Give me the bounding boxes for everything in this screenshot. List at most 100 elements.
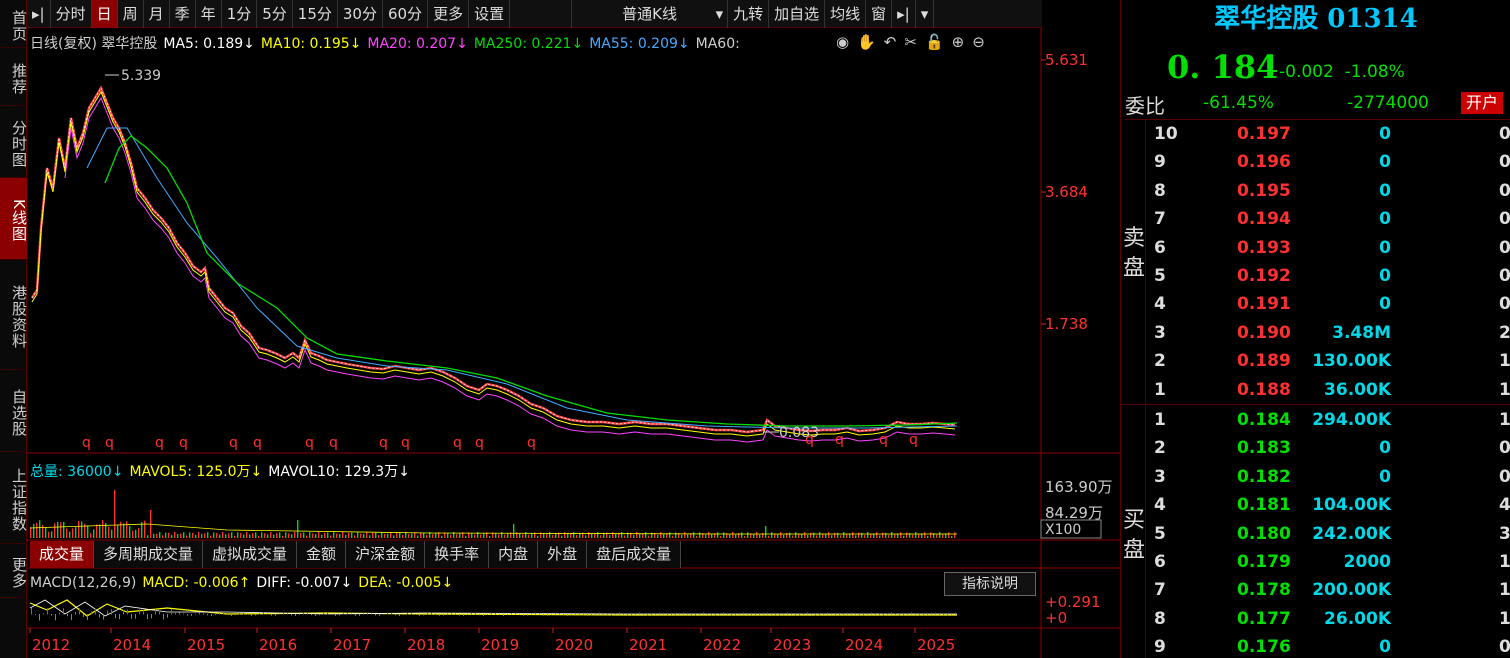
period-tab-9[interactable]: 30分 [338,0,383,28]
indicator-tab-0[interactable]: 成交量 [30,541,95,568]
indicator-help-button[interactable]: 指标说明 [944,572,1036,596]
order-row[interactable]: 5 0.180 242.00K 3 [1149,524,1510,552]
volume-bar [624,535,626,538]
order-volume: 0 [1379,466,1391,487]
volume-bar [522,534,524,538]
order-volume: 2000 [1343,552,1391,572]
leftnav-item-5[interactable]: 自选股 [0,370,28,452]
volume-bar [813,532,815,538]
leftnav-item-7[interactable]: 更多 [0,544,28,598]
period-tab-4[interactable]: 季 [170,0,196,28]
q-marker: q [253,435,262,451]
macd-bar [471,612,472,615]
order-row[interactable]: 8 0.177 26.00K 1 [1149,609,1510,637]
macd-bar [699,613,700,615]
order-row[interactable]: 2 0.189 130.00K 1 [1149,351,1510,379]
indicator-tab-1[interactable]: 多周期成交量 [94,541,204,568]
order-row[interactable]: 6 0.193 0 0 [1149,238,1510,266]
volume-bar [366,532,368,538]
toolbar-collapse-icon[interactable]: ▸| [27,0,51,28]
indicator-tab-4[interactable]: 沪深金额 [346,541,426,568]
chart-type-select[interactable]: 普通K线 ▾ [572,0,729,28]
lock-icon[interactable]: 🔓 [925,33,944,51]
volume-bar [297,520,299,538]
period-tab-2[interactable]: 周 [118,0,144,28]
period-tab-1[interactable]: 日 [91,0,118,28]
indicator-tab-5[interactable]: 换手率 [425,541,490,568]
order-row[interactable]: 3 0.190 3.48M 2 [1149,323,1510,351]
order-row[interactable]: 4 0.191 0 0 [1149,294,1510,322]
indicator-tab-7[interactable]: 外盘 [538,541,588,568]
volume-bar [417,535,419,538]
order-row[interactable]: 7 0.178 200.00K 1 [1149,580,1510,608]
volume-bar [93,529,95,538]
leftnav-item-0[interactable]: 首页 [0,0,28,48]
leftnav-item-2[interactable]: 分时图 [0,106,28,178]
volume-bar [723,532,725,538]
x-axis-label: 2025 [917,636,955,654]
volume-bar [72,528,74,538]
order-volume: 0 [1379,180,1391,201]
toolbar-right-item-2[interactable]: 均线 [825,0,867,28]
hand-icon[interactable]: ✋ [857,33,876,51]
indicator-tab-2[interactable]: 虚拟成交量 [203,541,298,568]
zoom-in-icon[interactable]: ⊕ [952,33,965,51]
leftnav-item-4[interactable]: 港股资料 [0,260,28,370]
indicator-tab-8[interactable]: 盘后成交量 [587,541,682,568]
volume-bar [693,532,695,538]
order-count: 0 [1499,152,1510,173]
order-level: 8 [1154,608,1166,629]
period-tab-5[interactable]: 年 [196,0,222,28]
order-level: 1 [1154,379,1166,400]
macd-bar [607,614,608,616]
volume-bar [123,523,125,538]
period-tab-8[interactable]: 15分 [293,0,338,28]
zoom-out-icon[interactable]: ⊖ [972,33,985,51]
order-row[interactable]: 10 0.197 0 0 [1149,124,1510,152]
leftnav-item-3[interactable]: K线图 [0,178,28,260]
toolbar-right-item-3[interactable]: 窗 [866,0,893,28]
period-tab-6[interactable]: 1分 [222,0,258,28]
order-row[interactable]: 8 0.195 0 0 [1149,181,1510,209]
order-row[interactable]: 1 0.184 294.00K 1 [1149,410,1510,438]
macd-bar [579,612,580,615]
volume-bar [927,535,929,538]
order-row[interactable]: 5 0.192 0 0 [1149,266,1510,294]
period-tab-7[interactable]: 5分 [257,0,293,28]
toolbar-right-item-0[interactable]: 九转 [728,0,770,28]
open-account-button[interactable]: 开户 [1461,92,1504,114]
undo-icon[interactable]: ↶ [884,33,897,51]
period-tab-11[interactable]: 更多 [428,0,470,28]
volume-bar [834,532,836,538]
buy-label-2: 盘 [1123,538,1146,563]
toolbar-expand-icon[interactable]: ▸| [892,0,916,28]
macd-bar [303,612,304,615]
eye-icon[interactable]: ◉ [836,33,849,51]
indicator-tab-3[interactable]: 金额 [297,541,347,568]
scissors-icon[interactable]: ✂ [904,33,917,51]
leftnav-item-6[interactable]: 上证指数 [0,452,28,544]
toolbar-right-item-1[interactable]: 加自选 [769,0,826,28]
order-row[interactable]: 3 0.182 0 0 [1149,467,1510,495]
indicator-tab-6[interactable]: 内盘 [489,541,539,568]
order-row[interactable]: 9 0.176 0 0 [1149,637,1510,658]
sell-label: 卖 盘 [1123,224,1145,284]
order-row[interactable]: 6 0.179 2000 1 [1149,552,1510,580]
toolbar-menu-icon[interactable]: ▾ [916,0,935,28]
order-row[interactable]: 7 0.194 0 0 [1149,209,1510,237]
volume-bar [759,534,761,538]
volume-bar [330,535,332,538]
period-tab-3[interactable]: 月 [144,0,170,28]
volume-bar [276,533,278,538]
order-row[interactable]: 4 0.181 104.00K 4 [1149,495,1510,523]
leftnav-item-1[interactable]: 推荐 [0,48,28,106]
order-row[interactable]: 9 0.196 0 0 [1149,152,1510,180]
macd-bar [931,612,932,615]
order-row[interactable]: 2 0.183 0 0 [1149,438,1510,466]
order-row[interactable]: 1 0.188 36.00K 1 [1149,380,1510,408]
order-volume: 0 [1379,209,1391,230]
period-tab-0[interactable]: 分时 [51,0,92,28]
period-tab-10[interactable]: 60分 [383,0,429,28]
period-tab-12[interactable]: 设置 [469,0,511,28]
volume-bar [735,534,737,538]
